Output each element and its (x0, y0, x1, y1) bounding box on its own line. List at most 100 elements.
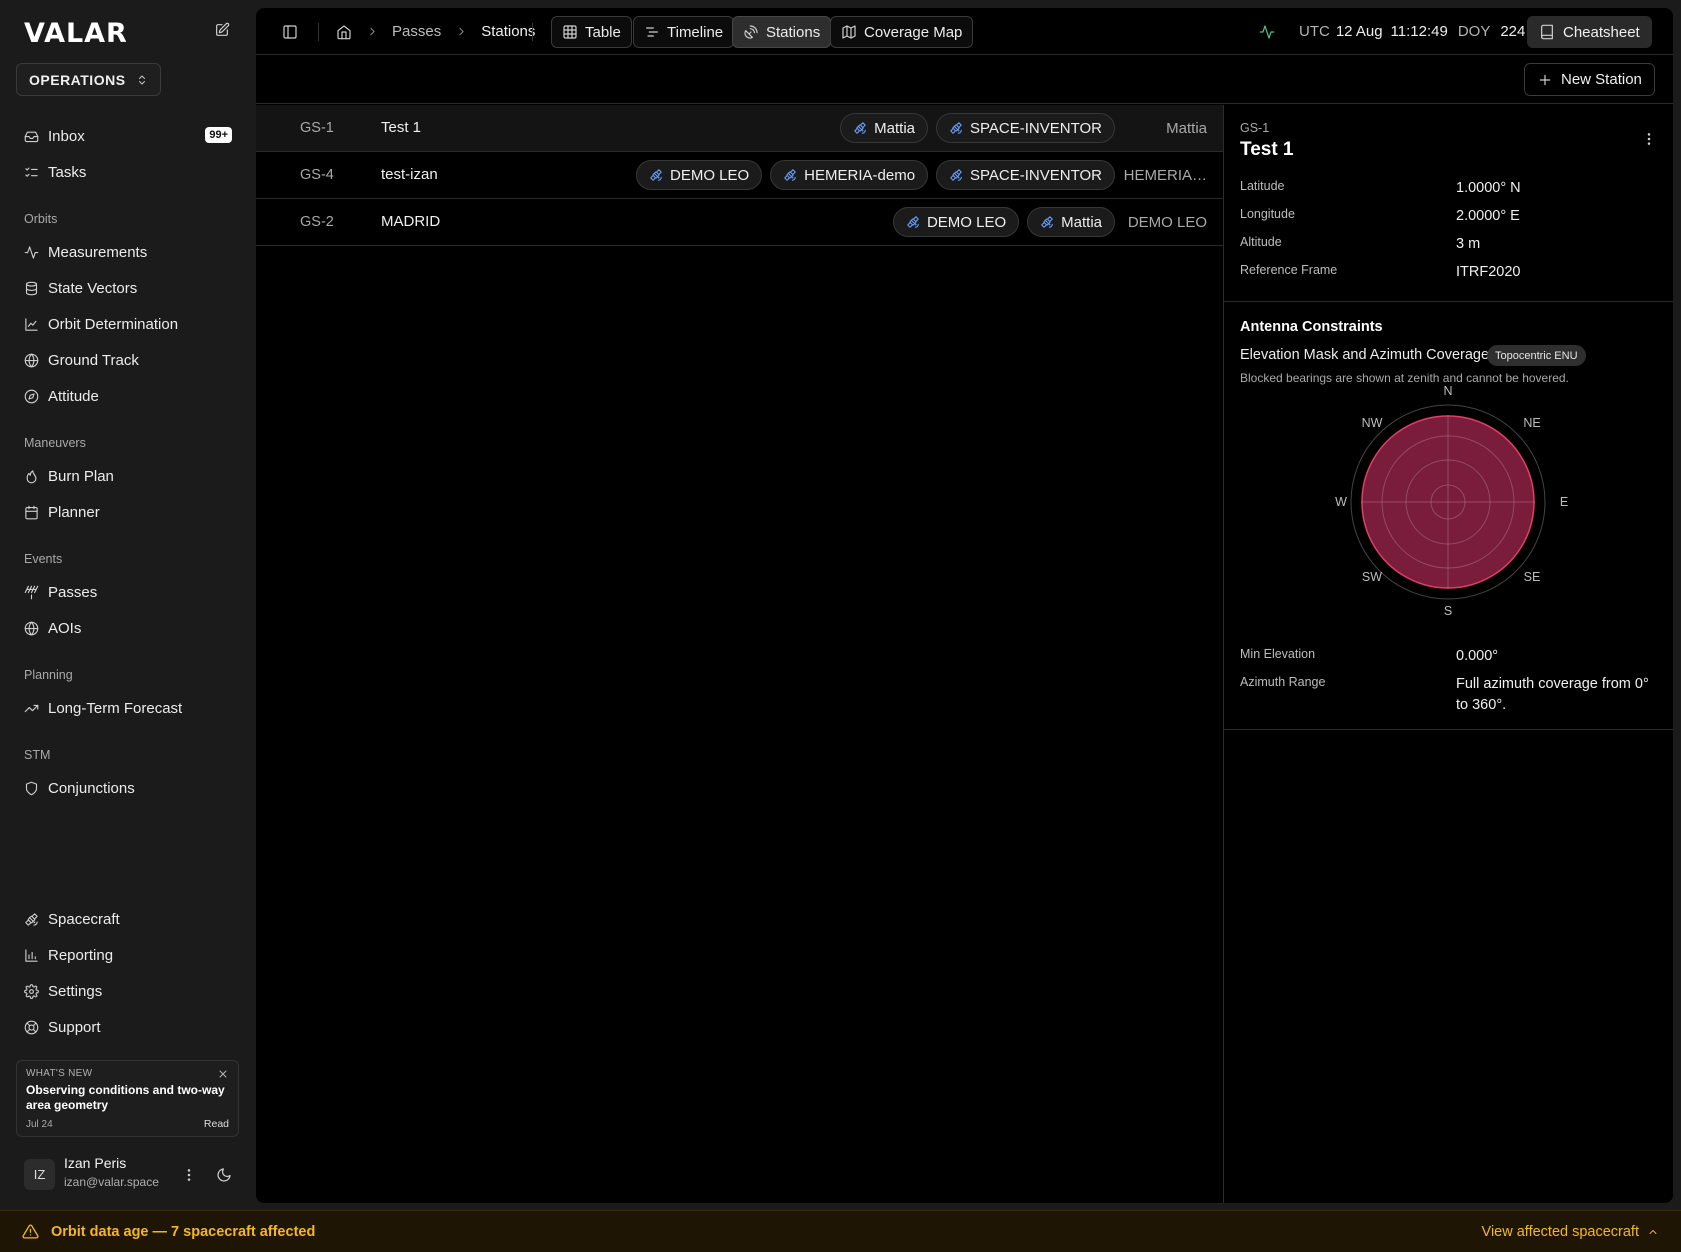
new-station-button[interactable]: New Station (1524, 63, 1655, 96)
azimuth-range-value: Full azimuth coverage from 0° to 360°. (1456, 676, 1649, 713)
nav-tasks[interactable]: Tasks (16, 156, 240, 188)
flame-icon (24, 469, 39, 484)
longitude-label: Longitude (1240, 207, 1295, 221)
satellite-icon (783, 168, 797, 182)
nav-attitude[interactable]: Attitude (16, 380, 240, 412)
tag-label: DEMO LEO (926, 213, 1007, 231)
nav-measurements[interactable]: Measurements (16, 236, 240, 268)
nav-support[interactable]: Support (16, 1011, 240, 1043)
spacecraft-tag[interactable]: SPACE-INVENTOR (936, 113, 1115, 143)
chevron-right-icon (364, 24, 380, 40)
elevation-mask-subtitle: Elevation Mask and Azimuth Coverage (1240, 347, 1490, 363)
user-profile[interactable]: IZ Izan Peris izan@valar.space (24, 1155, 244, 1195)
breadcrumb: Passes Stations (364, 8, 535, 55)
close-icon[interactable] (217, 1068, 229, 1080)
nav-label: Measurements (48, 243, 148, 261)
compass-icon (24, 389, 39, 404)
whats-new-date: Jul 24 (26, 1119, 53, 1130)
more-vertical-icon[interactable] (181, 1167, 197, 1183)
station-row[interactable]: GS-2 MADRID DEMO LEO Mattia DEMO LEO (256, 199, 1223, 246)
top-bar: Passes Stations Table Timeline Stations … (256, 8, 1673, 55)
timeline-icon (644, 24, 660, 40)
view-affected-spacecraft-link[interactable]: View affected spacecraft (1482, 1224, 1659, 1240)
nav-spacecraft[interactable]: Spacecraft (16, 903, 240, 935)
nav-burn-plan[interactable]: Burn Plan (16, 460, 240, 492)
chevron-right-icon (453, 24, 469, 40)
moon-icon[interactable] (216, 1167, 232, 1183)
database-icon (24, 281, 39, 296)
compose-icon[interactable] (214, 22, 230, 38)
orbit-age-alert-bar: Orbit data age — 7 spacecraft affected V… (0, 1210, 1681, 1252)
nav-ground-track[interactable]: Ground Track (16, 344, 240, 376)
satellite-icon (24, 912, 39, 927)
min-elevation-label: Min Elevation (1240, 647, 1316, 661)
whats-new-card[interactable]: WHAT'S NEW Observing conditions and two-… (16, 1060, 239, 1137)
view-stations-label: Stations (766, 23, 821, 41)
compass-e: E (1560, 495, 1568, 509)
chevrons-up-down-icon (136, 74, 148, 86)
nav-label: Attitude (48, 387, 99, 405)
altitude-label: Altitude (1240, 235, 1282, 249)
spacecraft-tag[interactable]: DEMO LEO (635, 160, 763, 190)
nav-inbox[interactable]: Inbox 99+ (16, 120, 240, 152)
user-name: Izan Peris (64, 1155, 127, 1171)
station-row[interactable]: GS-4 test-izan DEMO LEO HEMERIA-demo SPACE… (256, 152, 1223, 199)
azimuth-range-label: Azimuth Range (1240, 675, 1326, 689)
cheatsheet-label: Cheatsheet (1563, 23, 1640, 41)
spacecraft-tag[interactable]: HEMERIA-demo (770, 160, 929, 190)
cheatsheet-button[interactable]: Cheatsheet (1527, 16, 1652, 48)
antenna-note: Blocked bearings are shown at zenith and… (1240, 371, 1569, 385)
spacecraft-tag[interactable]: DEMO LEO (892, 207, 1020, 237)
view-timeline-button[interactable]: Timeline (633, 16, 735, 48)
view-stations-button[interactable]: Stations (732, 16, 832, 48)
nav-aois[interactable]: AOIs (16, 612, 240, 644)
nav-label: Reporting (48, 946, 114, 964)
satellite-icon (906, 215, 920, 229)
spacecraft-tag[interactable]: SPACE-INVENTOR (936, 160, 1115, 190)
breadcrumb-passes[interactable]: Passes (392, 23, 441, 40)
spacecraft-tag[interactable]: Mattia (1027, 207, 1115, 237)
station-row[interactable]: GS-1 Test 1 Mattia SPACE-INVENTOR Mattia (256, 105, 1223, 152)
nav-orbit-determination[interactable]: Orbit Determination (16, 308, 240, 340)
main-panel: Passes Stations Table Timeline Stations … (256, 8, 1673, 1203)
station-name: Test 1 (1240, 139, 1294, 160)
nav-conjunctions[interactable]: Conjunctions (16, 772, 240, 804)
spacecraft-tag[interactable]: Mattia (840, 113, 929, 143)
trending-up-icon (24, 701, 39, 716)
station-name-cell: test-izan (381, 166, 438, 183)
station-id-cell: GS-1 (300, 120, 334, 136)
nav-passes[interactable]: Passes (16, 576, 240, 608)
nav-label: Orbit Determination (48, 315, 179, 333)
book-icon (1539, 24, 1555, 40)
tag-label: DEMO LEO (669, 166, 750, 184)
home-icon[interactable] (336, 24, 352, 40)
section-maneuvers: Maneuvers (24, 436, 86, 450)
section-stm: STM (24, 748, 51, 762)
alert-action-label: View affected spacecraft (1481, 1223, 1639, 1240)
calendar-icon (24, 505, 39, 520)
more-vertical-icon[interactable] (1641, 131, 1657, 147)
whats-new-read-link[interactable]: Read (204, 1118, 229, 1130)
view-coverage-map-button[interactable]: Coverage Map (830, 16, 974, 48)
nav-state-vectors[interactable]: State Vectors (16, 272, 240, 304)
latitude-value: 1.0000° N (1456, 180, 1521, 196)
nav-settings[interactable]: Settings (16, 975, 240, 1007)
utc-label: UTC (1299, 23, 1330, 40)
section-orbits: Orbits (24, 212, 58, 226)
sidebar-toggle-icon[interactable] (282, 24, 298, 40)
activity-icon (24, 245, 39, 260)
station-name-cell: Test 1 (381, 119, 422, 136)
stations-table: GS-1 Test 1 Mattia SPACE-INVENTOR Mattia … (256, 105, 1223, 246)
satellite-icon (853, 121, 867, 135)
list-checks-icon (24, 165, 39, 180)
nav-reporting[interactable]: Reporting (16, 939, 240, 971)
nav-planner[interactable]: Planner (16, 496, 240, 528)
station-id-cell: GS-4 (300, 167, 334, 183)
org-switcher[interactable]: OPERATIONS (16, 63, 161, 96)
compass-n: N (1443, 385, 1452, 398)
tag-label: SPACE-INVENTOR (970, 166, 1102, 184)
view-table-button[interactable]: Table (551, 16, 632, 48)
compass-w: W (1335, 495, 1347, 509)
nav-long-term-forecast[interactable]: Long-Term Forecast (16, 692, 240, 724)
valar-logo[interactable]: VALAR (24, 18, 128, 49)
